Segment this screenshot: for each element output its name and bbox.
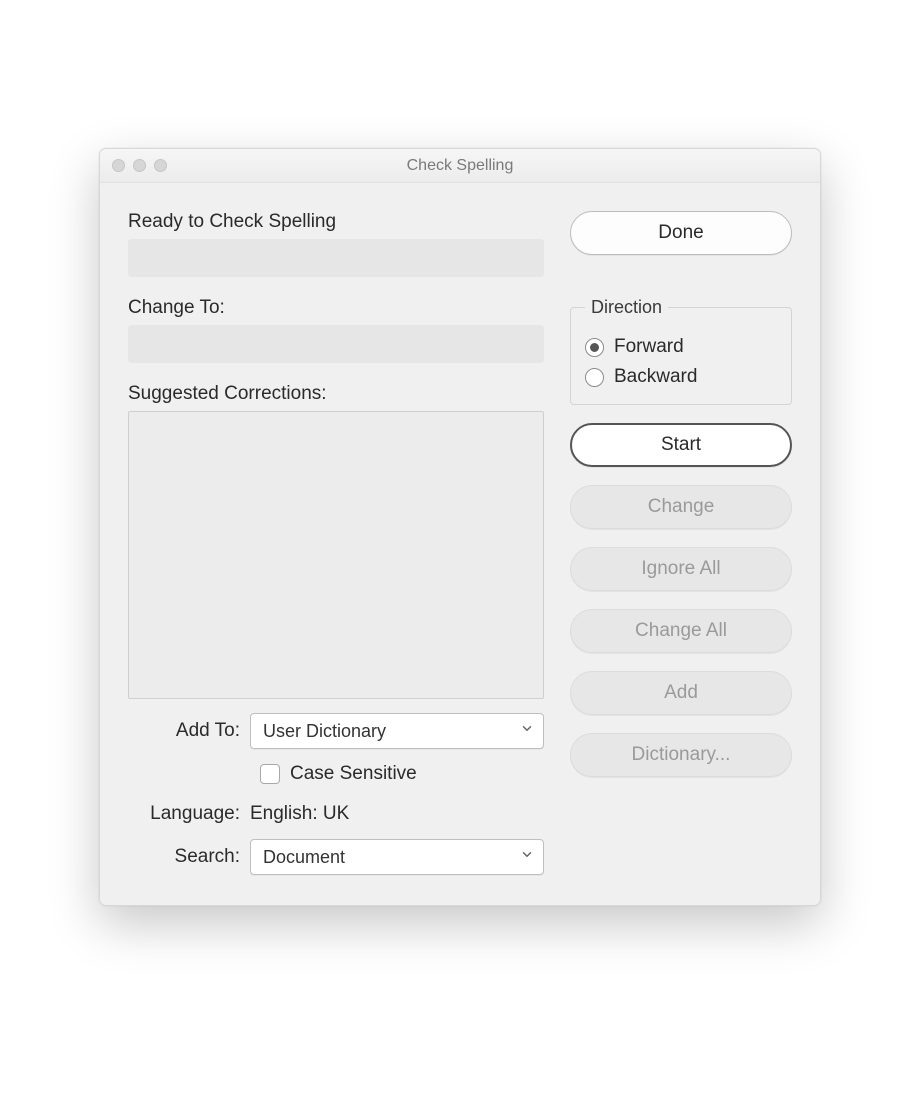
add-to-label: Add To: <box>128 720 250 742</box>
zoom-icon[interactable] <box>154 159 167 172</box>
language-label: Language: <box>128 803 250 825</box>
titlebar: Check Spelling <box>100 149 820 183</box>
suggestions-block: Suggested Corrections: <box>128 383 544 699</box>
search-select[interactable]: Document <box>250 839 544 875</box>
change-to-input[interactable] <box>128 325 544 363</box>
language-row: Language: English: UK <box>128 803 544 825</box>
add-to-select[interactable]: User Dictionary <box>250 713 544 749</box>
search-value: Document <box>263 847 345 868</box>
case-sensitive-row: Case Sensitive <box>260 763 544 785</box>
dictionary-button[interactable]: Dictionary... <box>570 733 792 777</box>
add-button[interactable]: Add <box>570 671 792 715</box>
check-spelling-window: Check Spelling Ready to Check Spelling C… <box>99 148 821 906</box>
radio-forward-label: Forward <box>614 336 684 358</box>
search-row: Search: Document <box>128 839 544 875</box>
search-label: Search: <box>128 846 250 868</box>
change-all-button[interactable]: Change All <box>570 609 792 653</box>
window-title: Check Spelling <box>100 157 820 175</box>
suggestions-list[interactable] <box>128 411 544 699</box>
ready-block: Ready to Check Spelling <box>128 211 544 277</box>
ignore-all-button[interactable]: Ignore All <box>570 547 792 591</box>
case-sensitive-checkbox[interactable] <box>260 764 280 784</box>
direction-forward-row[interactable]: Forward <box>585 336 777 358</box>
change-to-label: Change To: <box>128 297 544 319</box>
add-to-value: User Dictionary <box>263 721 386 742</box>
radio-backward-label: Backward <box>614 366 697 388</box>
direction-group: Direction Forward Backward <box>570 297 792 405</box>
right-column: Done Direction Forward Backward Start Ch… <box>570 211 792 875</box>
case-sensitive-label: Case Sensitive <box>290 763 417 785</box>
change-to-block: Change To: <box>128 297 544 363</box>
add-to-row: Add To: User Dictionary <box>128 713 544 749</box>
radio-backward[interactable] <box>585 368 604 387</box>
close-icon[interactable] <box>112 159 125 172</box>
start-button[interactable]: Start <box>570 423 792 467</box>
change-button[interactable]: Change <box>570 485 792 529</box>
ready-label: Ready to Check Spelling <box>128 211 544 233</box>
direction-legend: Direction <box>585 297 668 318</box>
language-value: English: UK <box>250 803 349 825</box>
radio-forward[interactable] <box>585 338 604 357</box>
done-button[interactable]: Done <box>570 211 792 255</box>
minimize-icon[interactable] <box>133 159 146 172</box>
dialog-content: Ready to Check Spelling Change To: Sugge… <box>100 183 820 905</box>
suggestions-label: Suggested Corrections: <box>128 383 544 405</box>
left-column: Ready to Check Spelling Change To: Sugge… <box>128 211 544 875</box>
direction-backward-row[interactable]: Backward <box>585 366 777 388</box>
misspelled-word-field <box>128 239 544 277</box>
window-controls <box>100 159 167 172</box>
